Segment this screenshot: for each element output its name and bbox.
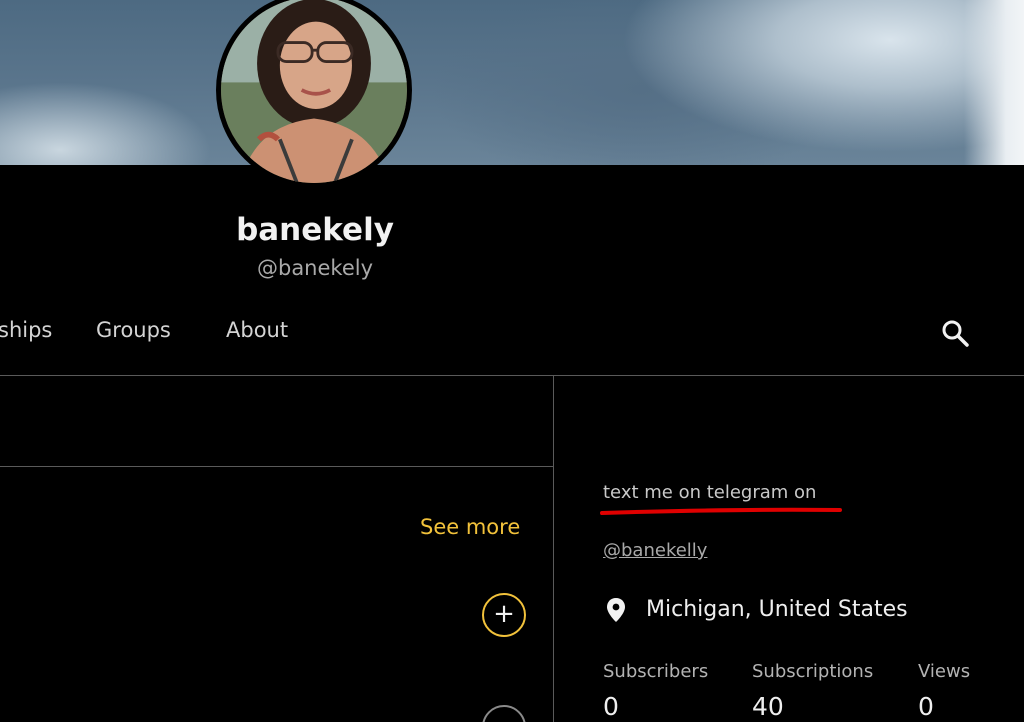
stat-label-subscribers: Subscribers xyxy=(603,661,709,682)
tab-memberships[interactable]: ships xyxy=(0,318,52,342)
stat-value-subscribers: 0 xyxy=(603,692,619,721)
see-more-link[interactable]: See more xyxy=(420,515,520,539)
profile-name: banekely xyxy=(236,212,394,248)
circle-button[interactable] xyxy=(482,705,526,722)
location-pin-icon xyxy=(607,598,625,622)
profile-handle: @banekely xyxy=(256,256,374,280)
avatar-image xyxy=(221,0,407,183)
location-text: Michigan, United States xyxy=(646,597,908,622)
stat-label-views: Views xyxy=(918,661,971,682)
avatar[interactable] xyxy=(216,0,412,188)
search-icon xyxy=(942,320,969,347)
bio-text: text me on telegram on xyxy=(603,482,817,503)
tab-groups[interactable]: Groups xyxy=(96,318,171,342)
column-divider xyxy=(553,376,554,722)
tab-about[interactable]: About xyxy=(226,318,288,342)
add-button[interactable]: + xyxy=(482,593,526,637)
stat-value-views: 0 xyxy=(918,692,934,721)
profile-page: banekely @banekely ships Groups About Se… xyxy=(0,0,1024,722)
stat-value-subscriptions: 40 xyxy=(752,692,784,721)
cover-banner xyxy=(0,0,1024,165)
bio-telegram-link[interactable]: @banekelly xyxy=(603,540,707,561)
divider xyxy=(0,466,553,467)
red-underline-annotation xyxy=(600,507,842,515)
search-button[interactable] xyxy=(938,316,972,350)
stat-label-subscriptions: Subscriptions xyxy=(752,661,874,682)
divider xyxy=(0,375,1024,376)
